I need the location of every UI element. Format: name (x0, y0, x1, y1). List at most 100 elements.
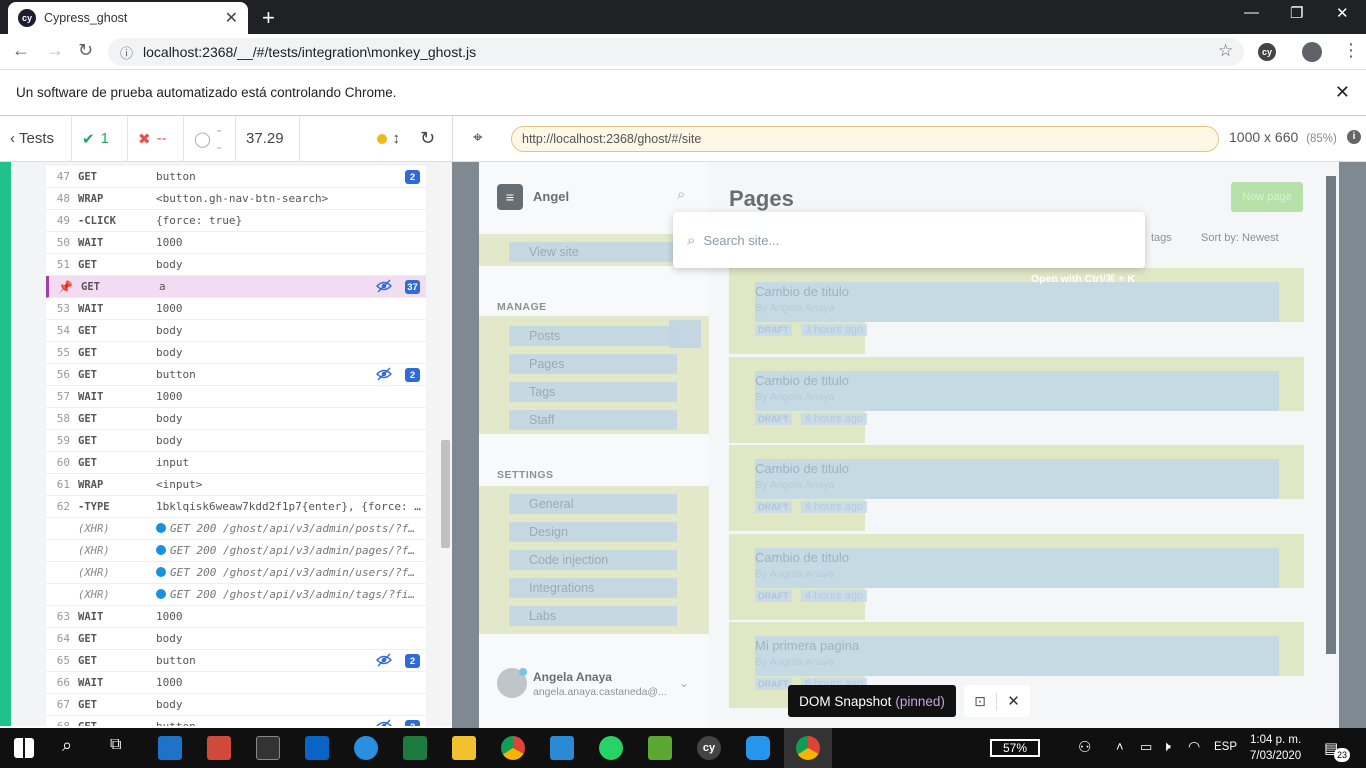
menu-icon[interactable]: ⋮ (1342, 40, 1360, 61)
command-row[interactable]: 57 WAIT 1000 (46, 386, 426, 408)
tab-close-icon[interactable]: ✕ (225, 8, 238, 28)
restart-icon[interactable]: ↻ (410, 116, 452, 162)
volume-muted-icon[interactable]: 🕨 (1162, 738, 1171, 755)
forward-icon[interactable]: → (46, 40, 64, 61)
chevron-up-icon[interactable]: ˄ (1116, 739, 1124, 754)
element-count-badge: 37 (405, 280, 420, 294)
command-log-scroll-thumb[interactable] (441, 440, 450, 548)
docker-icon[interactable] (746, 736, 770, 760)
file-explorer-icon[interactable] (452, 736, 476, 760)
unpin-close-icon[interactable]: ✕ (997, 692, 1030, 710)
search-input[interactable]: Search site... (703, 233, 779, 248)
language-indicator[interactable]: ESP (1214, 741, 1237, 753)
hidden-elements-eye-icon (376, 653, 392, 667)
xhr-command-row[interactable]: (XHR) GET 200 /ghost/api/v3/admin/pages/?… (46, 540, 426, 562)
command-row[interactable]: 54 GET body (46, 320, 426, 342)
highlight-toggle-icon[interactable]: ⊡ (964, 692, 997, 710)
back-icon[interactable]: ← (12, 40, 30, 61)
command-row[interactable]: 68 GET button 2 (46, 716, 426, 726)
notepad-plus-icon[interactable] (403, 736, 427, 760)
command-message-text: body (156, 258, 183, 271)
aut-scrollbar[interactable] (1326, 176, 1336, 654)
search-taskbar-icon[interactable]: ⌕ (62, 735, 72, 756)
viewport-info-icon[interactable]: i (1347, 130, 1361, 144)
xhr-command-row[interactable]: (XHR) GET 200 /ghost/api/v3/admin/posts/?… (46, 518, 426, 540)
reload-icon[interactable]: ↻ (78, 40, 93, 61)
viewport-size[interactable]: 1000 x 660 (85%) (1229, 129, 1337, 145)
command-row[interactable]: 48 WRAP <button.gh-nav-btn-search> (46, 188, 426, 210)
pending-count: ◯ -- (184, 115, 236, 162)
command-row[interactable]: 65 GET button 2 (46, 650, 426, 672)
command-row[interactable]: 53 WAIT 1000 (46, 298, 426, 320)
selector-playground-icon[interactable]: ⌖ (473, 128, 483, 148)
new-tab-button[interactable]: + (262, 5, 275, 31)
command-row[interactable]: 60 GET input (46, 452, 426, 474)
command-row[interactable]: 66 WAIT 1000 (46, 672, 426, 694)
bookmark-star-icon[interactable]: ☆ (1218, 41, 1233, 61)
notifications-count: 23 (1334, 748, 1350, 762)
vscode-icon[interactable] (550, 736, 574, 760)
battery-tray-icon[interactable]: ▭ (1140, 739, 1152, 755)
command-row[interactable]: 59 GET body (46, 430, 426, 452)
whatsapp-icon[interactable] (599, 736, 623, 760)
command-row[interactable]: 55 GET body (46, 342, 426, 364)
infobar-close-icon[interactable]: ✕ (1335, 82, 1350, 103)
task-view-icon[interactable]: ⧉ (110, 736, 121, 754)
xhr-command-row[interactable]: (XHR) GET 200 /ghost/api/v3/admin/users/?… (46, 562, 426, 584)
dom-snapshot-indicator: DOM Snapshot (pinned) (788, 685, 956, 717)
cypress-taskbar-icon[interactable]: cy (697, 736, 721, 760)
command-row[interactable]: 49 -CLICK {force: true} (46, 210, 426, 232)
command-message-text: {force: true} (156, 214, 243, 227)
chrome-icon[interactable] (501, 736, 525, 760)
command-row[interactable]: 47 GET button 2 (46, 166, 426, 188)
wifi-icon[interactable]: ◠ (1188, 738, 1200, 755)
chrome-active-icon[interactable] (796, 736, 820, 760)
terminal-icon[interactable] (256, 736, 280, 760)
battery-indicator[interactable]: 57% (990, 739, 1040, 757)
command-name: GET (78, 632, 97, 645)
internet-explorer-icon[interactable] (354, 736, 378, 760)
command-message-text: button (156, 720, 196, 726)
command-name: WAIT (78, 390, 104, 403)
tests-back-button[interactable]: ‹ Tests (0, 115, 72, 162)
infobar-text: Un software de prueba automatizado está … (16, 85, 397, 100)
xhr-command-row[interactable]: (XHR) GET 200 /ghost/api/v3/admin/tags/?f… (46, 584, 426, 606)
cypress-extension-icon[interactable]: cy (1258, 43, 1276, 61)
automation-infobar: Un software de prueba automatizado está … (0, 70, 1366, 116)
windows-start-icon[interactable] (14, 738, 34, 758)
command-row[interactable]: 58 GET body (46, 408, 426, 430)
command-row[interactable]: 📌 GET a 37 (46, 276, 426, 298)
command-message-text: body (156, 346, 183, 359)
auto-scroll-toggle[interactable]: ↕ (300, 116, 410, 162)
command-row[interactable]: 56 GET button 2 (46, 364, 426, 386)
command-name: (XHR) (78, 544, 110, 557)
command-name: GET (78, 170, 97, 183)
command-row[interactable]: 62 -TYPE 1bklqisk6weaw7kdd2f1p7{enter}, {f… (46, 496, 426, 518)
xhr-status-dot-icon (156, 567, 166, 577)
outlook-icon[interactable] (305, 736, 329, 760)
people-icon[interactable]: ⚇ (1078, 738, 1091, 756)
chevron-left-icon: ‹ (10, 130, 15, 147)
aut-iframe[interactable]: ≡ Angel ⌕ View site MANAGE Posts Pages T… (479, 162, 1339, 728)
command-row[interactable]: 67 GET body (46, 694, 426, 716)
browser-tab[interactable]: cy Cypress_ghost ✕ (8, 2, 248, 34)
command-message-text: 1000 (156, 236, 183, 249)
omnibox[interactable]: ⓘ localhost:2368/__/#/tests/integration\… (108, 38, 1244, 66)
info-icon[interactable]: ⓘ (120, 43, 133, 62)
restore-icon[interactable]: ❐ (1290, 4, 1303, 22)
clock[interactable]: 1:04 p. m. 7/03/2020 (1250, 732, 1301, 764)
command-message: <input> (156, 478, 424, 491)
command-row[interactable]: 50 WAIT 1000 (46, 232, 426, 254)
snipping-tool-icon[interactable] (207, 736, 231, 760)
command-row[interactable]: 63 WAIT 1000 (46, 606, 426, 628)
duration: 37.29 (236, 115, 300, 162)
profile-icon[interactable] (1302, 42, 1322, 62)
nodejs-icon[interactable] (648, 736, 672, 760)
window-close-icon[interactable]: ✕ (1336, 4, 1349, 22)
search-modal[interactable]: ⌕ Search site... (673, 212, 1145, 268)
edge-icon[interactable] (158, 736, 182, 760)
command-row[interactable]: 64 GET body (46, 628, 426, 650)
command-row[interactable]: 51 GET body (46, 254, 426, 276)
minimize-icon[interactable]: — (1244, 4, 1259, 21)
command-row[interactable]: 61 WRAP <input> (46, 474, 426, 496)
